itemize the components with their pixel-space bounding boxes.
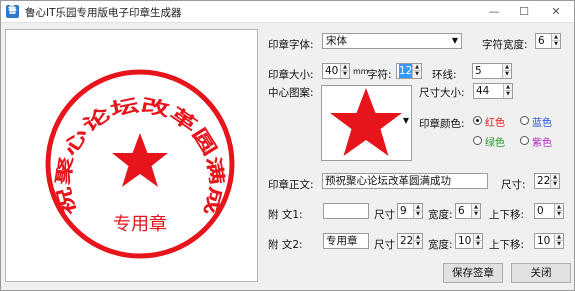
stamp-sub-text: 专用章 bbox=[113, 214, 167, 235]
main-size-spinner[interactable]: 22 ▲ ▼ bbox=[534, 173, 560, 189]
spin-up-icon[interactable]: ▲ bbox=[504, 84, 512, 91]
spin-down-icon[interactable]: ▼ bbox=[414, 241, 422, 248]
close-window-button[interactable]: ✕ bbox=[541, 3, 571, 21]
ring-spinner[interactable]: 5 ▲ ▼ bbox=[472, 63, 512, 79]
save-stamp-button[interactable]: 保存签章 bbox=[443, 263, 503, 283]
sub2-size-value: 22 bbox=[400, 235, 414, 247]
spin-up-icon[interactable]: ▲ bbox=[474, 234, 482, 241]
center-image-picker[interactable]: ▼ bbox=[321, 85, 412, 161]
spin-up-icon[interactable]: ▲ bbox=[555, 234, 563, 241]
sub-text2-label: 附 文2: bbox=[268, 239, 303, 251]
sub1-width-value: 6 bbox=[458, 205, 465, 217]
title-bar: 鲁 鲁心IT乐园专用版电子印章生成器 — ☐ ✕ bbox=[1, 1, 574, 23]
spin-up-icon[interactable]: ▲ bbox=[503, 64, 511, 71]
spin-up-icon[interactable]: ▲ bbox=[414, 204, 422, 211]
stamp-svg: 预祝聚心论坛改革圆满成功 专用章 bbox=[6, 30, 235, 259]
radio-purple[interactable] bbox=[520, 136, 529, 145]
dim-size-label: 尺寸大小: bbox=[419, 87, 465, 99]
sub2-size-spinner[interactable]: 22 ▲ ▼ bbox=[397, 233, 423, 249]
main-size-label: 尺寸: bbox=[501, 179, 526, 191]
stamp-size-spinner[interactable]: 40 ▲ ▼ bbox=[322, 63, 350, 79]
app-icon: 鲁 bbox=[6, 5, 19, 18]
sub1-width-label: 宽度: bbox=[428, 209, 453, 221]
ring-label: 环线: bbox=[432, 69, 457, 81]
stamp-size-value: 40 bbox=[325, 65, 339, 77]
sub2-shift-spinner[interactable]: 10 ▲ ▼ bbox=[534, 233, 564, 249]
stamp-size-label: 印章大小: bbox=[268, 69, 314, 81]
char-count-value: 12 bbox=[399, 64, 413, 78]
char-count-label: 字符: bbox=[367, 69, 392, 81]
chevron-down-icon: ▼ bbox=[451, 36, 458, 45]
spin-down-icon[interactable]: ▼ bbox=[552, 41, 560, 48]
sub2-width-label: 宽度: bbox=[428, 239, 453, 251]
spin-up-icon[interactable]: ▲ bbox=[414, 234, 422, 241]
star-icon bbox=[112, 133, 168, 187]
dim-size-value: 44 bbox=[476, 85, 490, 97]
sub1-size-spinner[interactable]: 9 ▲ ▼ bbox=[397, 203, 423, 219]
center-image-label: 中心图案: bbox=[268, 87, 314, 99]
sub-text1-input[interactable] bbox=[323, 203, 369, 219]
spin-up-icon[interactable]: ▲ bbox=[552, 34, 560, 41]
font-label: 印章字体: bbox=[268, 39, 314, 51]
char-width-spinner[interactable]: 6 ▲ ▼ bbox=[535, 33, 561, 49]
chevron-down-icon[interactable]: ▼ bbox=[403, 116, 409, 125]
font-select-value: 宋体 bbox=[326, 35, 347, 47]
spin-down-icon[interactable]: ▼ bbox=[472, 211, 480, 218]
radio-purple-label: 紫色 bbox=[532, 138, 552, 149]
sub2-width-spinner[interactable]: 10 ▲ ▼ bbox=[455, 233, 483, 249]
radio-green-label: 绿色 bbox=[485, 138, 505, 149]
minimize-button[interactable]: — bbox=[479, 3, 509, 21]
stamp-preview: 预祝聚心论坛改革圆满成功 专用章 bbox=[5, 29, 258, 282]
close-button[interactable]: 关闭 bbox=[511, 263, 571, 283]
spin-down-icon[interactable]: ▼ bbox=[341, 71, 349, 78]
radio-red-label: 红色 bbox=[485, 118, 505, 129]
spin-up-icon[interactable]: ▲ bbox=[413, 64, 421, 71]
spin-down-icon[interactable]: ▼ bbox=[474, 241, 482, 248]
char-count-spinner[interactable]: 12 ▲ ▼ bbox=[396, 63, 422, 79]
spin-down-icon[interactable]: ▼ bbox=[551, 181, 559, 188]
spin-down-icon[interactable]: ▼ bbox=[504, 91, 512, 98]
radio-red[interactable] bbox=[473, 116, 482, 125]
radio-blue[interactable] bbox=[520, 116, 529, 125]
radio-green[interactable] bbox=[473, 136, 482, 145]
sub1-size-label: 尺寸 bbox=[374, 209, 395, 221]
sub1-shift-value: 0 bbox=[537, 205, 544, 217]
spin-down-icon[interactable]: ▼ bbox=[413, 71, 421, 78]
main-text-label: 印章正文: bbox=[268, 179, 314, 191]
sub1-shift-spinner[interactable]: 0 ▲ ▼ bbox=[534, 203, 564, 219]
ring-value: 5 bbox=[475, 65, 482, 77]
stamp-color-label: 印章颜色: bbox=[419, 118, 465, 130]
sub1-shift-label: 上下移: bbox=[489, 209, 525, 221]
main-text-input[interactable]: 预祝聚心论坛改革圆满成功 bbox=[322, 173, 488, 189]
spin-down-icon[interactable]: ▼ bbox=[555, 211, 563, 218]
star-icon bbox=[330, 88, 402, 156]
sub-text1-label: 附 文1: bbox=[268, 209, 303, 221]
spin-down-icon[interactable]: ▼ bbox=[555, 241, 563, 248]
main-size-value: 22 bbox=[537, 175, 551, 187]
spin-down-icon[interactable]: ▼ bbox=[503, 71, 511, 78]
stamp-main-text: 预祝聚心论坛改革圆满成功 bbox=[6, 30, 228, 218]
sub1-width-spinner[interactable]: 6 ▲ ▼ bbox=[455, 203, 481, 219]
window-title: 鲁心IT乐园专用版电子印章生成器 bbox=[25, 7, 182, 19]
sub2-width-value: 10 bbox=[458, 235, 472, 247]
dim-size-spinner[interactable]: 44 ▲ ▼ bbox=[473, 83, 513, 99]
radio-blue-label: 蓝色 bbox=[532, 118, 552, 129]
spin-up-icon[interactable]: ▲ bbox=[551, 174, 559, 181]
sub2-size-label: 尺寸 bbox=[374, 239, 395, 251]
font-select[interactable]: 宋体 ▼ bbox=[322, 33, 462, 49]
spin-up-icon[interactable]: ▲ bbox=[472, 204, 480, 211]
sub1-size-value: 9 bbox=[400, 205, 407, 217]
sub2-shift-label: 上下移: bbox=[489, 239, 525, 251]
char-width-value: 6 bbox=[538, 35, 545, 47]
maximize-button[interactable]: ☐ bbox=[509, 3, 539, 21]
sub-text2-input[interactable]: 专用章 bbox=[323, 233, 369, 249]
spin-up-icon[interactable]: ▲ bbox=[341, 64, 349, 71]
spin-down-icon[interactable]: ▼ bbox=[414, 211, 422, 218]
sub2-shift-value: 10 bbox=[537, 235, 551, 247]
char-width-label: 字符宽度: bbox=[482, 39, 528, 51]
spin-up-icon[interactable]: ▲ bbox=[555, 204, 563, 211]
app-window: 鲁 鲁心IT乐园专用版电子印章生成器 — ☐ ✕ 预祝聚心论坛改革圆满成功 专用… bbox=[0, 0, 575, 291]
